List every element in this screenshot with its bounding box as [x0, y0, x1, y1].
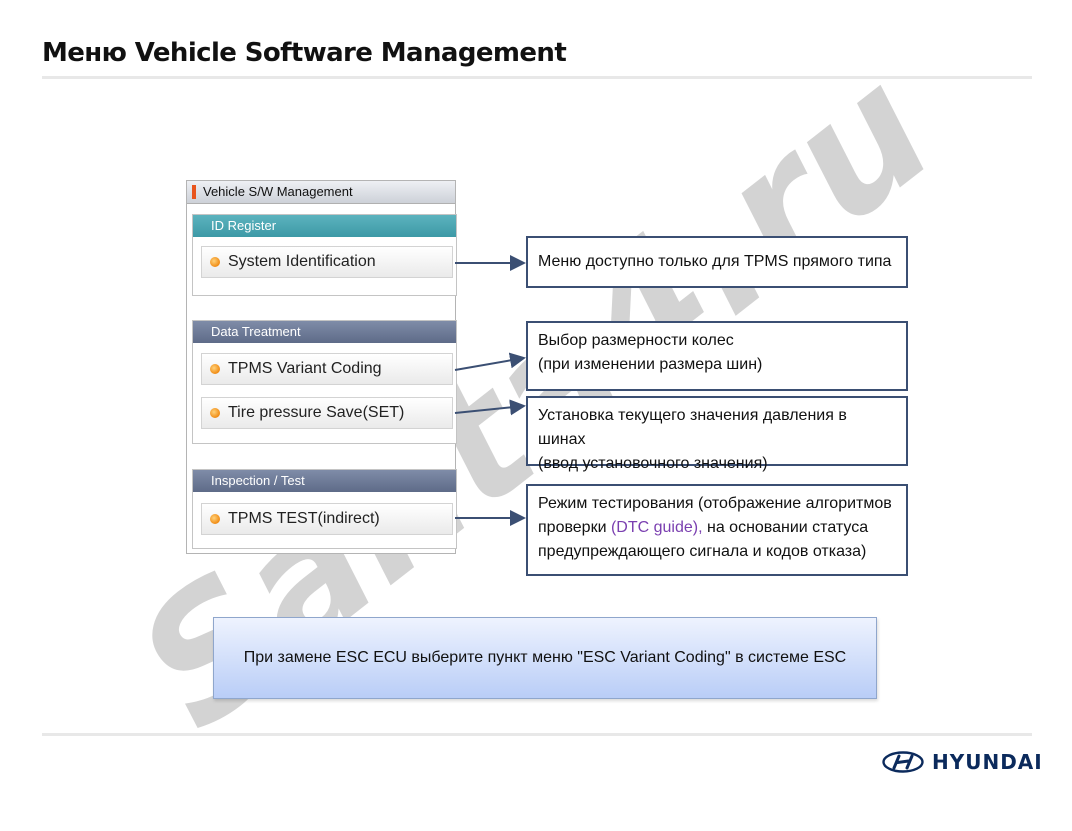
callout-system-identification: Меню доступно только для TPMS прямого ти…: [526, 236, 908, 288]
arrow-tpms-variant-coding: [454, 352, 526, 371]
callout-text: Установка текущего значения давления в ш…: [538, 407, 847, 448]
logo-wordmark: HYUNDAI: [932, 750, 1043, 774]
callout-text-part: на основании статуса: [702, 519, 869, 536]
callout-tpms-test: Режим тестирования (отображение алгоритм…: [526, 484, 908, 576]
callout-text: Выбор размерности колес: [538, 332, 734, 349]
footer-divider: [42, 733, 1032, 736]
callout-text: (ввод установочного значения): [538, 455, 768, 472]
hyundai-logo: HYUNDAI: [882, 750, 1043, 774]
callout-text: Режим тестирования (отображение алгоритм…: [538, 495, 892, 512]
hyundai-emblem-icon: [882, 751, 924, 773]
dtc-guide-text: (DTC guide),: [610, 519, 703, 536]
callout-text: проверки (DTC guide), на основании стату…: [538, 516, 896, 540]
callout-tire-pressure-save: Установка текущего значения давления в ш…: [526, 396, 908, 472]
esc-note-box: При замене ESC ECU выберите пункт меню "…: [213, 617, 877, 699]
callout-text: предупреждающего сигнала и кодов отказа): [538, 543, 867, 560]
callout-tpms-variant-coding: Выбор размерности колес (при изменении р…: [526, 321, 908, 391]
esc-note-text: При замене ESC ECU выберите пункт меню "…: [243, 649, 847, 666]
callout-text: (при изменении размера шин): [538, 356, 763, 373]
callout-text: Меню доступно только для TPMS прямого ти…: [538, 253, 892, 270]
arrow-tire-pressure-save: [454, 399, 526, 416]
callout-text-part: проверки: [538, 519, 611, 536]
